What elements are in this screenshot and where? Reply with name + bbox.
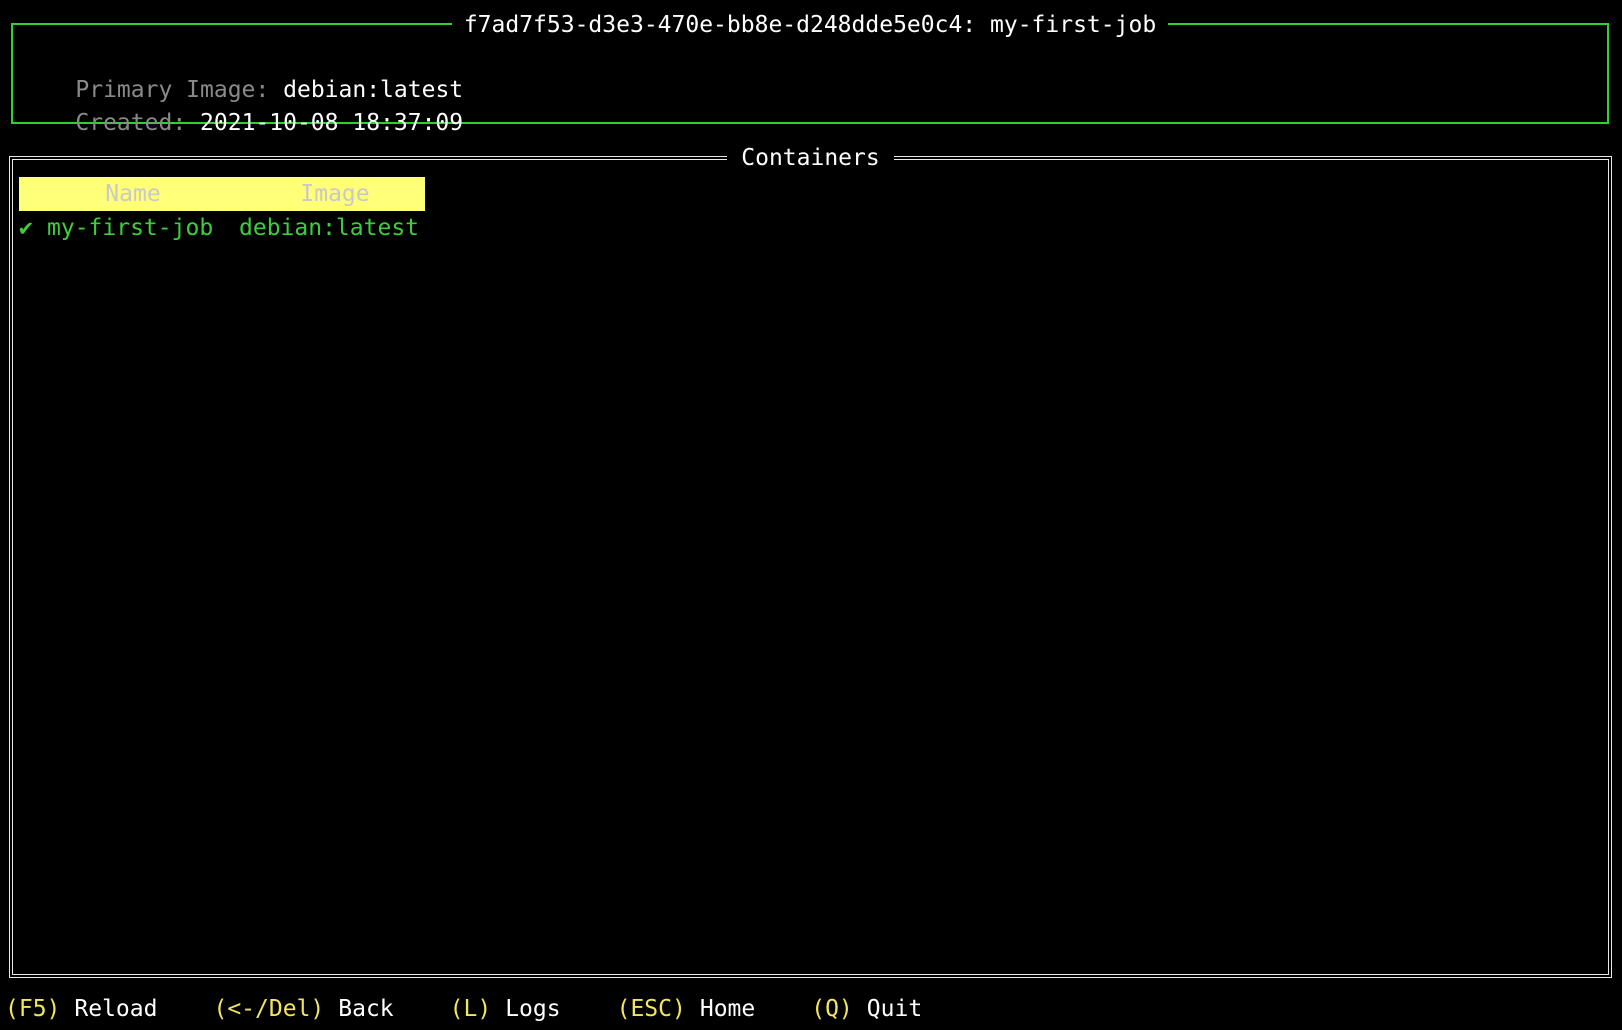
job-info-panel: f7ad7f53-d3e3-470e-bb8e-d248dde5e0c4: my…: [11, 12, 1609, 136]
column-header-name[interactable]: Name: [19, 177, 245, 211]
logs-key: (L): [449, 996, 492, 1022]
home-key: (ESC): [616, 996, 686, 1022]
job-title-bar: f7ad7f53-d3e3-470e-bb8e-d248dde5e0c4: my…: [13, 11, 1607, 39]
containers-title: Containers: [727, 145, 894, 171]
container-image-cell: debian:latest: [239, 215, 420, 241]
quit-key: (Q): [811, 996, 853, 1022]
container-name-cell: my-first-job: [47, 215, 214, 241]
table-row[interactable]: ✔ my-first-job debian:latest: [19, 211, 425, 245]
primary-image-row: Primary Image: debian:latest: [20, 39, 463, 103]
created-label: Created:: [75, 110, 187, 136]
keybind-footer: (F5) Reload (<-/Del) Back (L) Logs (ESC) Hom…: [5, 991, 922, 1027]
containers-title-bar: Containers: [13, 144, 1608, 172]
back-keybind[interactable]: (<-/Del) Back: [213, 991, 393, 1027]
created-value: 2021-10-08 18:37:09: [200, 110, 464, 136]
containers-panel: Containers Name Image ✔ my-first-job debia…: [9, 145, 1612, 978]
table-header: Name Image: [19, 177, 425, 211]
reload-keybind[interactable]: (F5) Reload: [5, 991, 157, 1027]
reload-action: Reload: [74, 996, 158, 1022]
logs-action: Logs: [505, 996, 561, 1022]
logs-keybind[interactable]: (L) Logs: [450, 991, 561, 1027]
home-keybind[interactable]: (ESC) Home: [617, 991, 756, 1027]
back-key: (<-/Del): [213, 996, 325, 1022]
quit-action: Quit: [866, 996, 923, 1022]
job-title: f7ad7f53-d3e3-470e-bb8e-d248dde5e0c4: my…: [451, 12, 1169, 38]
home-action: Home: [699, 996, 756, 1022]
containers-table: Name Image ✔ my-first-job debian:latest: [19, 177, 425, 245]
quit-keybind[interactable]: (Q) Quit: [811, 991, 922, 1027]
created-row: Created: 2021-10-08 18:37:09: [20, 72, 463, 136]
reload-key: (F5): [5, 996, 61, 1022]
column-header-image[interactable]: Image: [245, 177, 405, 211]
check-icon: ✔: [19, 215, 33, 241]
back-action: Back: [338, 996, 394, 1022]
